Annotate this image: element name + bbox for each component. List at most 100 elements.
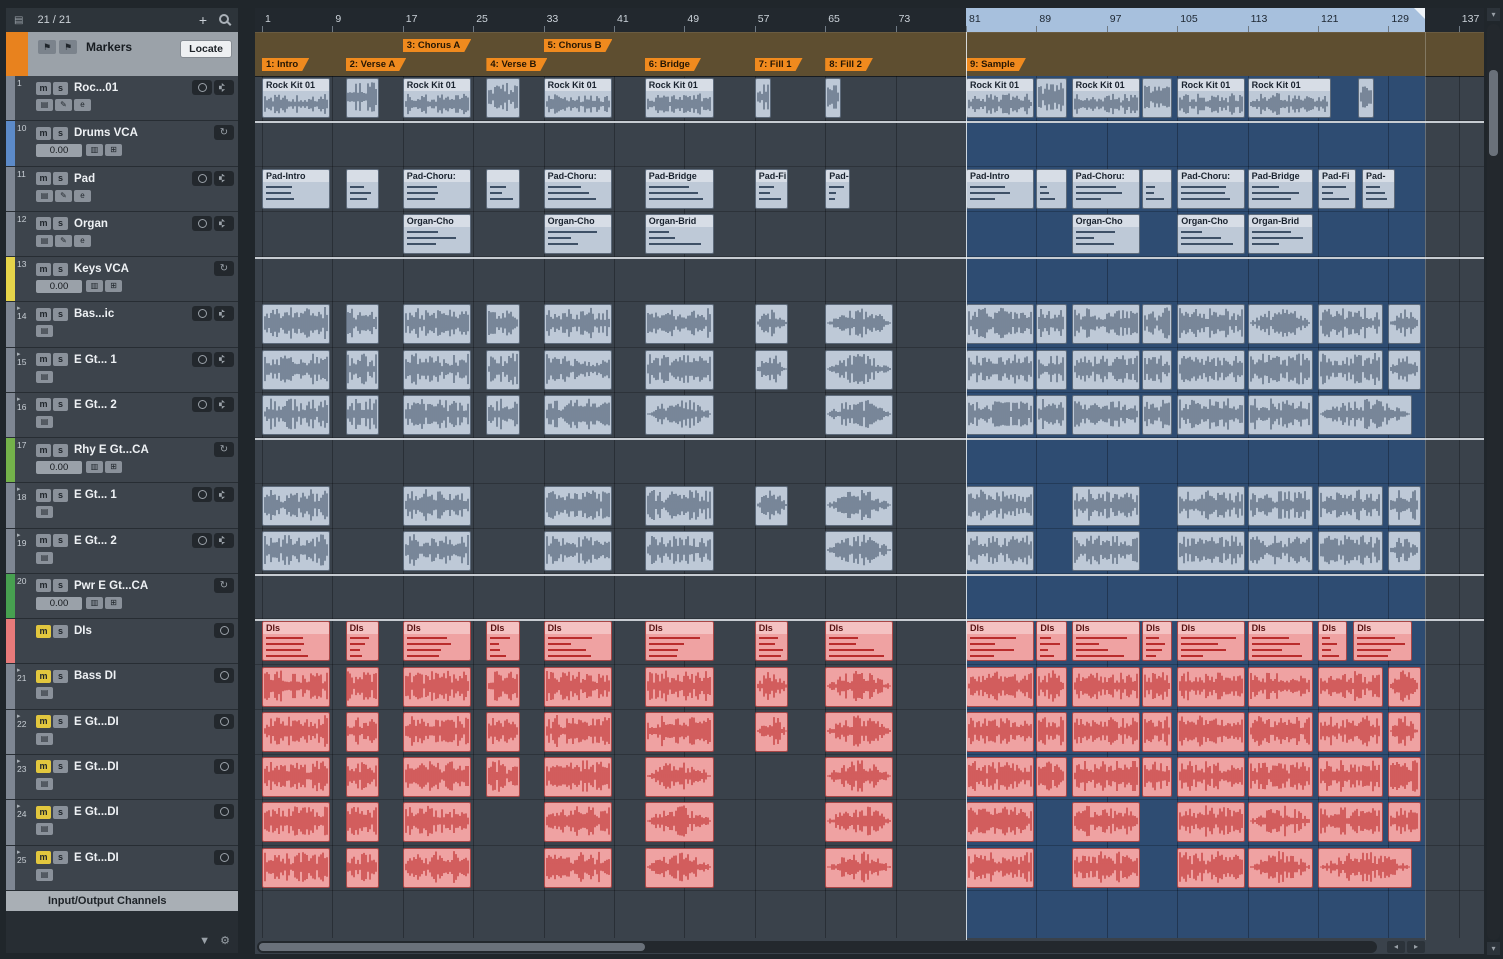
clip-organ[interactable]: Organ-Brid — [645, 214, 714, 254]
mute-button[interactable]: m — [36, 172, 51, 185]
clip-e-gt-di-23[interactable] — [966, 757, 1034, 797]
clip-dis-folder[interactable]: DIs — [1036, 621, 1066, 661]
clip-e-gt-2[interactable] — [486, 395, 520, 435]
monitor-button[interactable] — [214, 487, 234, 502]
clip-e-gt-di-23[interactable] — [1318, 757, 1383, 797]
volume-value[interactable]: 0.00 — [36, 280, 82, 293]
clip-e-gt-di-23[interactable] — [825, 757, 893, 797]
vertical-scrollbar[interactable] — [1487, 24, 1500, 940]
mute-button[interactable]: m — [36, 625, 51, 638]
clip-bass[interactable] — [486, 304, 520, 344]
tool-button[interactable]: e — [74, 99, 91, 111]
clip-bass-di[interactable] — [1072, 667, 1140, 707]
clip-e-gt-1[interactable] — [755, 350, 789, 390]
clip-e-gt-di-25[interactable] — [346, 848, 380, 888]
clip-dis-folder[interactable]: DIs — [262, 621, 330, 661]
clip-bass-di[interactable] — [486, 667, 520, 707]
track-row-12[interactable]: 12msOrgan▤✎e — [6, 212, 238, 257]
track-row-16[interactable]: ▸16msE Gt... 2▤ — [6, 393, 238, 438]
clip-e-gt-2[interactable] — [645, 395, 714, 435]
clip-rock-kit[interactable] — [825, 78, 841, 118]
clip-e-gt-di-22[interactable] — [966, 712, 1034, 752]
link-button[interactable]: ⊞ — [105, 144, 122, 156]
clip-e-gt-di-23[interactable] — [262, 757, 330, 797]
clip-rock-kit[interactable] — [1358, 78, 1374, 118]
clip-e-gt-di-22[interactable] — [403, 712, 471, 752]
mute-button[interactable]: m — [36, 398, 51, 411]
fader-button[interactable]: ▥ — [86, 597, 103, 609]
track-row-17[interactable]: 17msRhy E Gt...CA↻0.00▥⊞ — [6, 438, 238, 483]
tool-button[interactable]: ▤ — [36, 190, 53, 202]
locate-button[interactable]: Locate — [180, 40, 232, 58]
monitor-button[interactable] — [214, 171, 234, 186]
clip-e-gt-1[interactable] — [1142, 350, 1172, 390]
solo-button[interactable]: s — [53, 625, 68, 638]
clip-e-gt-1[interactable] — [966, 350, 1034, 390]
clip-e-gt-2b[interactable] — [262, 531, 330, 571]
clip-organ[interactable]: Organ-Cho — [544, 214, 612, 254]
clip-bass[interactable] — [966, 304, 1034, 344]
tool-button[interactable]: ▤ — [36, 235, 53, 247]
clip-e-gt-1[interactable] — [645, 350, 714, 390]
clip-pad[interactable]: Pad-Bridge — [1248, 169, 1313, 209]
mute-button[interactable]: m — [36, 670, 51, 683]
mute-button[interactable]: m — [36, 444, 51, 457]
clip-bass[interactable] — [403, 304, 471, 344]
solo-button[interactable]: s — [53, 263, 68, 276]
clip-bass-di[interactable] — [645, 667, 714, 707]
clip-e-gt-di-22[interactable] — [1142, 712, 1172, 752]
clip-e-gt-1b[interactable] — [755, 486, 789, 526]
clip-e-gt-1b[interactable] — [403, 486, 471, 526]
mute-button[interactable]: m — [36, 534, 51, 547]
track-row-11[interactable]: 11msPad▤✎e — [6, 167, 238, 212]
clip-e-gt-1[interactable] — [346, 350, 380, 390]
clip-rock-kit[interactable]: Rock Kit 01 — [544, 78, 612, 118]
mute-button[interactable]: m — [36, 217, 51, 230]
clip-pad[interactable]: Pad-Bridge — [645, 169, 714, 209]
clip-bass[interactable] — [645, 304, 714, 344]
clip-e-gt-1b[interactable] — [825, 486, 893, 526]
solo-button[interactable]: s — [53, 851, 68, 864]
clip-e-gt-2[interactable] — [262, 395, 330, 435]
clip-bass-di[interactable] — [825, 667, 893, 707]
track-row-dis[interactable]: msDIs — [6, 619, 238, 664]
clip-e-gt-2b[interactable] — [403, 531, 471, 571]
clip-e-gt-1[interactable] — [1318, 350, 1383, 390]
tool-button[interactable]: ✎ — [55, 99, 72, 111]
fader-button[interactable]: ▥ — [86, 461, 103, 473]
clip-e-gt-di-23[interactable] — [486, 757, 520, 797]
clip-bass-di[interactable] — [966, 667, 1034, 707]
clip-bass[interactable] — [1177, 304, 1245, 344]
clip-e-gt-di-24[interactable] — [1072, 802, 1140, 842]
clip-e-gt-di-22[interactable] — [1318, 712, 1383, 752]
clip-e-gt-2[interactable] — [1248, 395, 1313, 435]
clip-bass-di[interactable] — [1177, 667, 1245, 707]
volume-value[interactable]: 0.00 — [36, 597, 82, 610]
tool-button[interactable]: ▤ — [36, 325, 53, 337]
tool-button[interactable]: ▤ — [36, 99, 53, 111]
solo-button[interactable]: s — [53, 715, 68, 728]
clip-bass[interactable] — [1318, 304, 1383, 344]
clip-e-gt-di-22[interactable] — [1388, 712, 1421, 752]
clip-pad[interactable]: Pad- — [825, 169, 850, 209]
clip-e-gt-di-25[interactable] — [645, 848, 714, 888]
clip-e-gt-1b[interactable] — [544, 486, 612, 526]
clip-e-gt-2b[interactable] — [1177, 531, 1245, 571]
record-enable-button[interactable] — [214, 714, 234, 729]
clip-pad[interactable] — [1142, 169, 1172, 209]
track-row-14[interactable]: ▸14msBas...ic▤ — [6, 302, 238, 347]
clip-bass-di[interactable] — [262, 667, 330, 707]
record-enable-button[interactable] — [214, 668, 234, 683]
clip-bass[interactable] — [1248, 304, 1313, 344]
search-track-icon[interactable] — [219, 14, 230, 26]
solo-button[interactable]: s — [53, 353, 68, 366]
horizontal-scroll-thumb[interactable] — [259, 943, 645, 951]
clip-e-gt-di-22[interactable] — [825, 712, 893, 752]
tool-button[interactable]: ✎ — [55, 190, 72, 202]
clip-e-gt-di-23[interactable] — [1388, 757, 1421, 797]
clip-e-gt-2b[interactable] — [825, 531, 893, 571]
solo-button[interactable]: s — [53, 127, 68, 140]
track-row-13[interactable]: 13msKeys VCA↻0.00▥⊞ — [6, 257, 238, 302]
clip-e-gt-di-23[interactable] — [1036, 757, 1066, 797]
horizontal-scrollbar[interactable] — [257, 941, 1377, 953]
